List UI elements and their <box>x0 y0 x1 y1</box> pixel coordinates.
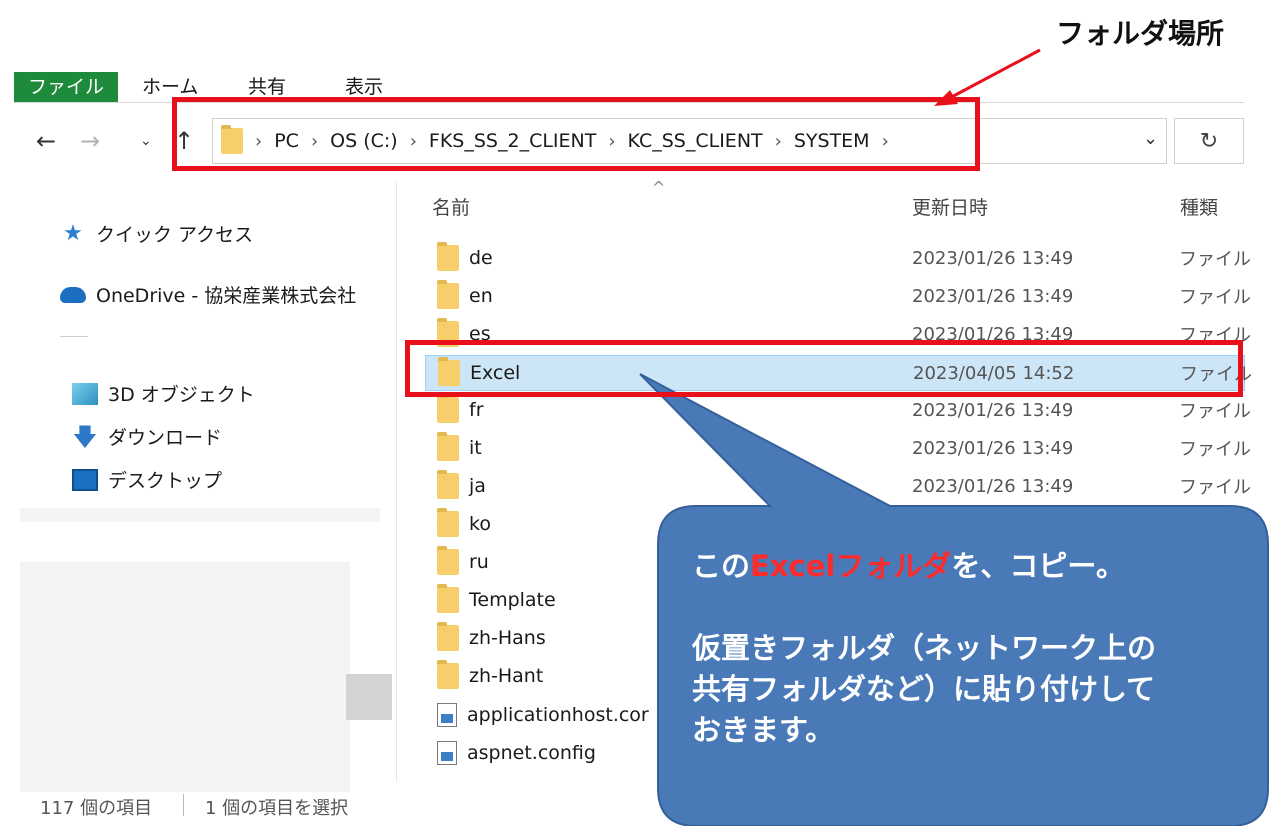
refresh-icon[interactable]: ↻ <box>1174 118 1244 164</box>
file-name: de <box>469 247 493 269</box>
file-name: it <box>469 437 482 459</box>
file-date: 2023/01/26 13:49 <box>912 437 1074 459</box>
file-name: applicationhost.cor <box>467 704 649 726</box>
file-type: ファイル <box>1179 287 1251 308</box>
file-date: 2023/01/26 13:49 <box>912 285 1074 307</box>
recent-locations-chevron-icon[interactable]: ⌄ <box>140 126 152 156</box>
nav-desktop-label: デスクトップ <box>108 470 223 492</box>
file-row[interactable]: en 2023/01/26 13:49 ファイル <box>425 278 1251 314</box>
column-header-name[interactable]: 名前 <box>432 193 470 220</box>
annotation-address-highlight <box>172 97 980 171</box>
nav-downloads-label: ダウンロード <box>108 427 223 449</box>
file-name: fr <box>469 399 484 421</box>
annotation-excel-highlight <box>405 340 1243 397</box>
cube-icon <box>72 382 98 405</box>
folder-icon <box>437 280 459 309</box>
column-header-type[interactable]: 種類 <box>1180 193 1218 220</box>
pane-splitter[interactable] <box>396 182 397 782</box>
callout-line1-suffix: を、コピー。 <box>951 549 1126 583</box>
download-arrow-icon: 🡇 <box>72 422 98 451</box>
file-name-cell: applicationhost.cor <box>437 703 649 727</box>
file-name: Template <box>469 589 556 611</box>
file-row[interactable]: ko <box>425 506 1245 542</box>
file-name: zh-Hant <box>469 665 544 687</box>
file-row[interactable]: fr 2023/01/26 13:49 ファイル <box>425 392 1251 428</box>
redacted-nav-item <box>20 508 380 522</box>
annotation-arrow-line <box>945 48 1041 102</box>
annotation-callout-text: このExcelフォルダを、コピー。 仮置きフォルダ（ネットワーク上の 共有フォル… <box>692 546 1252 751</box>
file-type: ファイル <box>1179 477 1251 498</box>
redacted-block <box>346 674 392 720</box>
nav-3d-objects-label: 3D オブジェクト <box>108 384 255 406</box>
nav-quick-access-label: クイック アクセス <box>96 224 254 246</box>
folder-icon <box>437 584 459 613</box>
nav-3d-objects[interactable]: 3D オブジェクト <box>72 380 255 407</box>
file-name-cell: ru <box>437 546 489 575</box>
config-file-icon <box>437 741 457 765</box>
file-name-cell: ko <box>437 508 491 537</box>
folder-icon <box>437 242 459 271</box>
callout-line4: おきます。 <box>692 713 835 747</box>
status-divider <box>183 794 184 816</box>
nav-desktop[interactable]: デスクトップ <box>72 466 222 493</box>
folder-icon <box>437 660 459 689</box>
address-history-chevron-icon[interactable]: ⌄ <box>1143 128 1158 149</box>
folder-icon <box>437 432 459 461</box>
file-name-cell: ja <box>437 470 486 499</box>
back-arrow-icon[interactable]: ← <box>36 126 56 156</box>
column-header-date[interactable]: 更新日時 <box>912 193 988 220</box>
config-file-icon <box>437 703 457 727</box>
tab-file[interactable]: ファイル <box>14 72 118 102</box>
file-date: 2023/01/26 13:49 <box>912 475 1074 497</box>
file-date: 2023/01/26 13:49 <box>912 399 1074 421</box>
file-name-cell: fr <box>437 394 484 423</box>
folder-icon <box>437 546 459 575</box>
file-row[interactable]: it 2023/01/26 13:49 ファイル <box>425 430 1251 466</box>
callout-line1-highlight: Excelフォルダ <box>750 549 952 583</box>
status-selected-count: 1 個の項目を選択 <box>205 798 349 819</box>
file-name-cell: en <box>437 280 493 309</box>
file-date: 2023/01/26 13:49 <box>912 247 1074 269</box>
file-name: ko <box>469 513 491 535</box>
cloud-icon <box>60 286 86 303</box>
file-name: ru <box>469 551 489 573</box>
nav-downloads[interactable]: 🡇 ダウンロード <box>72 423 222 450</box>
star-icon: ★ <box>63 220 83 246</box>
forward-arrow-icon[interactable]: → <box>80 126 100 156</box>
file-name-cell: zh-Hant <box>437 660 544 689</box>
file-name: zh-Hans <box>469 627 546 649</box>
file-type: ファイル <box>1179 249 1251 270</box>
file-name-cell: aspnet.config <box>437 741 596 765</box>
nav-quick-access[interactable]: ★ クイック アクセス <box>60 220 253 247</box>
folder-icon <box>437 622 459 651</box>
file-name-cell: Template <box>437 584 556 613</box>
callout-line1-prefix: この <box>692 549 751 583</box>
callout-line2: 仮置きフォルダ（ネットワーク上の <box>692 631 1157 665</box>
desktop-icon <box>72 468 98 491</box>
callout-line3: 共有フォルダなど）に貼り付けして <box>692 672 1156 706</box>
file-name: ja <box>469 475 486 497</box>
file-name-cell: de <box>437 242 493 271</box>
file-name: en <box>469 285 493 307</box>
redacted-nav-area <box>20 562 350 792</box>
status-item-count: 117 個の項目 <box>40 798 153 819</box>
file-name-cell: zh-Hans <box>437 622 546 651</box>
sort-caret-icon: ^ <box>652 178 666 197</box>
file-type: ファイル <box>1179 439 1251 460</box>
file-name: aspnet.config <box>467 742 596 764</box>
nav-onedrive[interactable]: OneDrive - 協栄産業株式会社 <box>60 281 356 308</box>
folder-icon <box>437 508 459 537</box>
nav-divider <box>60 336 88 337</box>
nav-onedrive-label: OneDrive - 協栄産業株式会社 <box>96 285 357 307</box>
file-row[interactable]: ja 2023/01/26 13:49 ファイル <box>425 468 1251 504</box>
folder-icon <box>437 470 459 499</box>
folder-icon <box>437 394 459 423</box>
file-type: ファイル <box>1179 401 1251 422</box>
file-row[interactable]: de 2023/01/26 13:49 ファイル <box>425 240 1251 276</box>
annotation-folder-location-label: フォルダ場所 <box>1056 17 1225 50</box>
file-name-cell: it <box>437 432 482 461</box>
